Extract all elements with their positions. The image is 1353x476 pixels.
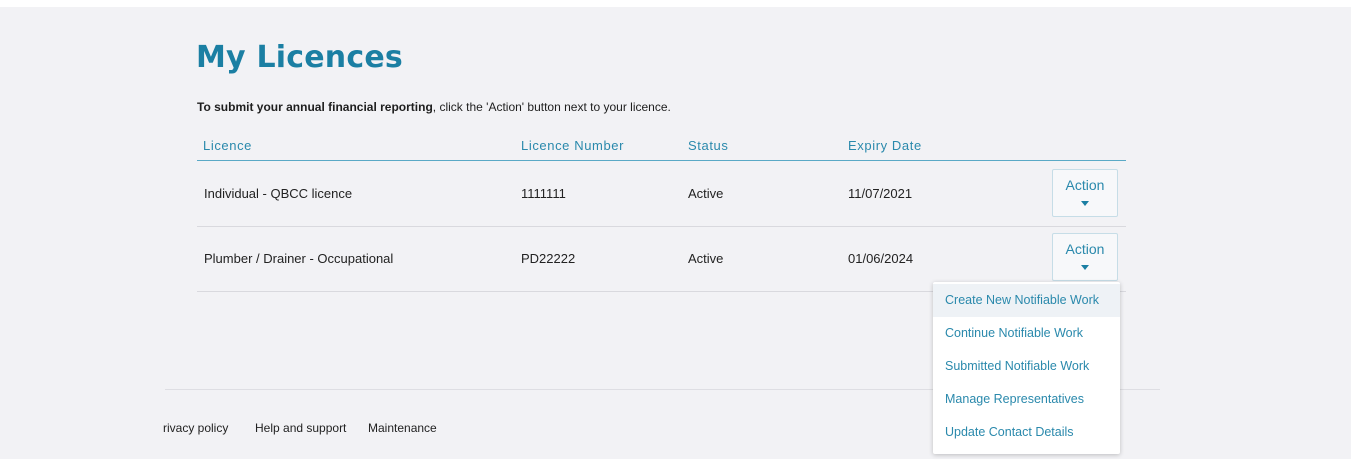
action-button-label: Action <box>1065 177 1105 193</box>
licence-status: Active <box>688 251 724 266</box>
intro-bold: To submit your annual financial reportin… <box>197 100 433 114</box>
table-header: Licence Licence Number Status Expiry Dat… <box>197 136 1126 161</box>
menu-item-manage-representatives[interactable]: Manage Representatives <box>933 383 1120 416</box>
column-header-licence: Licence <box>203 138 253 153</box>
caret-down-icon <box>1081 265 1089 270</box>
intro-text: To submit your annual financial reportin… <box>197 100 671 114</box>
licence-expiry: 01/06/2024 <box>848 251 914 266</box>
table-row: Individual - QBCC licence 1111111 Active… <box>197 161 1126 227</box>
licence-expiry: 11/07/2021 <box>848 186 913 201</box>
caret-down-icon <box>1081 201 1089 206</box>
page-panel: My Licences To submit your annual financ… <box>0 7 1351 459</box>
menu-item-create-new-notifiable-work[interactable]: Create New Notifiable Work <box>933 284 1120 317</box>
action-button-label: Action <box>1065 241 1105 257</box>
footer-link-maintenance[interactable]: Maintenance <box>368 421 437 435</box>
action-dropdown-menu: Create New Notifiable Work Continue Noti… <box>933 282 1120 454</box>
licence-number: 1111111 <box>521 186 566 201</box>
action-button[interactable]: Action <box>1052 233 1118 281</box>
licence-name: Individual - QBCC licence <box>204 186 353 201</box>
menu-item-update-contact-details[interactable]: Update Contact Details <box>933 416 1120 449</box>
column-header-expiry-date: Expiry Date <box>848 138 922 153</box>
intro-rest: , click the 'Action' button next to your… <box>432 100 671 114</box>
licence-status: Active <box>688 186 724 201</box>
licence-name: Plumber / Drainer - Occupational <box>204 251 394 266</box>
page-title: My Licences <box>196 40 403 75</box>
licence-number: PD22222 <box>521 251 576 266</box>
action-button[interactable]: Action <box>1052 169 1118 217</box>
menu-item-continue-notifiable-work[interactable]: Continue Notifiable Work <box>933 317 1120 350</box>
column-header-licence-number: Licence Number <box>521 138 625 153</box>
menu-item-submitted-notifiable-work[interactable]: Submitted Notifiable Work <box>933 350 1120 383</box>
footer-link-help-and-support[interactable]: Help and support <box>255 421 346 435</box>
column-header-status: Status <box>688 138 729 153</box>
footer-link-privacy-policy[interactable]: rivacy policy <box>163 421 228 435</box>
